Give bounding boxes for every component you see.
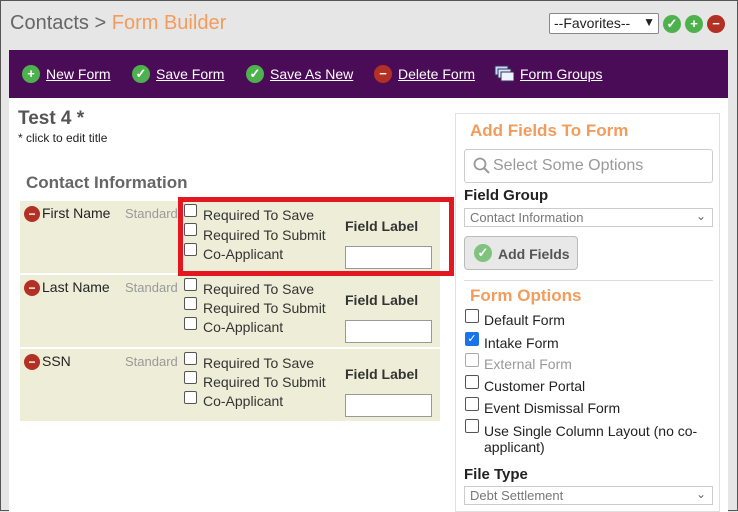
intake-form-checkbox[interactable]: ✓ [465, 332, 479, 346]
required-to-submit-label: Required To Submit [203, 374, 326, 390]
field-row-last-name: − Last Name Standard Required To Save Re… [20, 275, 440, 347]
field-name: Last Name [42, 279, 110, 295]
field-label-caption: Field Label [345, 366, 419, 382]
field-label-input[interactable] [345, 394, 432, 417]
app-window: Contacts > Form Builder --Favorites-- ▼ … [0, 0, 738, 512]
edit-title-hint: * click to edit title [18, 131, 108, 145]
search-icon [473, 157, 490, 174]
stacked-forms-icon [494, 65, 514, 82]
required-to-submit-label: Required To Submit [203, 300, 326, 316]
file-type-label: File Type [464, 466, 528, 483]
file-type-value: Debt Settlement [470, 488, 564, 503]
required-to-save-checkbox[interactable] [184, 278, 197, 291]
form-builder-main: Test 4 * * click to edit title Contact I… [9, 98, 728, 512]
side-panel: Add Fields To Form Select Some Options F… [455, 113, 720, 512]
checkmark-icon[interactable]: ✓ [663, 15, 681, 33]
divider [464, 280, 713, 281]
remove-icon[interactable]: − [707, 15, 725, 33]
single-column-layout-label: Use Single Column Layout (no co- [484, 423, 698, 439]
chevron-down-icon: ⌄ [695, 209, 706, 223]
file-type-select[interactable]: Debt Settlement ⌄ [464, 486, 713, 505]
co-applicant-checkbox[interactable] [184, 317, 197, 330]
breadcrumb: Contacts > Form Builder [10, 12, 226, 35]
remove-icon[interactable]: − [24, 354, 40, 370]
form-title[interactable]: Test 4 * [18, 108, 84, 130]
co-applicant-label: Co-Applicant [203, 319, 284, 335]
save-as-new-label: Save As New [270, 66, 354, 82]
add-fields-label: Add Fields [498, 246, 570, 262]
field-label-input[interactable] [345, 320, 432, 343]
add-icon: + [22, 65, 40, 83]
breadcrumb-parent[interactable]: Contacts [10, 12, 89, 34]
form-groups-label: Form Groups [520, 66, 603, 82]
checkmark-icon: ✓ [132, 65, 150, 83]
field-type: Standard [125, 354, 178, 369]
checkmark-icon: ✓ [246, 65, 264, 83]
co-applicant-checkbox[interactable] [184, 391, 197, 404]
new-form-label: New Form [46, 66, 111, 82]
remove-icon[interactable]: − [24, 280, 40, 296]
external-form-checkbox [465, 353, 479, 367]
required-to-save-checkbox[interactable] [184, 352, 197, 365]
event-dismissal-form-checkbox[interactable] [465, 397, 479, 411]
customer-portal-checkbox[interactable] [465, 375, 479, 389]
favorites-select[interactable]: --Favorites-- ▼ [549, 13, 659, 34]
search-placeholder: Select Some Options [493, 157, 644, 174]
required-to-submit-checkbox[interactable] [184, 297, 197, 310]
external-form-label: External Form [484, 356, 572, 372]
intake-form-label: Intake Form [484, 335, 559, 351]
save-form-label: Save Form [156, 66, 225, 82]
required-to-submit-checkbox[interactable] [184, 371, 197, 384]
checkmark-icon: ✓ [474, 244, 492, 262]
customer-portal-label: Customer Portal [484, 378, 586, 394]
field-group-label: Field Group [464, 187, 549, 204]
field-search-input[interactable]: Select Some Options [464, 149, 713, 183]
field-group-select[interactable]: Contact Information ⌄ [464, 208, 713, 227]
default-form-checkbox[interactable] [465, 309, 479, 323]
toolbar: + New Form ✓ Save Form ✓ Save As New − D… [9, 50, 728, 98]
event-dismissal-form-label: Event Dismissal Form [484, 400, 621, 416]
field-group-value: Contact Information [470, 210, 584, 225]
single-column-layout-label-cont: applicant) [484, 439, 545, 455]
default-form-label: Default Form [484, 312, 565, 328]
section-title: Contact Information [26, 173, 188, 192]
chevron-down-icon: ⌄ [695, 487, 706, 501]
field-name: First Name [42, 205, 111, 221]
delete-form-label: Delete Form [398, 66, 476, 82]
add-icon[interactable]: + [685, 15, 703, 33]
chevron-down-icon: ▼ [643, 15, 655, 29]
single-column-layout-checkbox[interactable] [465, 419, 479, 433]
required-to-save-label: Required To Save [203, 355, 315, 371]
field-row-ssn: − SSN Standard Required To Save Required… [20, 349, 440, 421]
remove-icon: − [374, 65, 392, 83]
remove-icon[interactable]: − [24, 206, 40, 222]
add-fields-title: Add Fields To Form [470, 121, 629, 140]
field-type: Standard [125, 206, 178, 221]
required-to-save-label: Required To Save [203, 281, 315, 297]
highlight-box [178, 197, 454, 276]
co-applicant-label: Co-Applicant [203, 393, 284, 409]
add-fields-button[interactable]: ✓ Add Fields [464, 236, 578, 270]
breadcrumb-current: Form Builder [111, 12, 227, 34]
favorites-selected: --Favorites-- [554, 15, 631, 31]
field-label-caption: Field Label [345, 292, 419, 308]
breadcrumb-separator: > [94, 12, 107, 34]
field-type: Standard [125, 280, 178, 295]
form-options-title: Form Options [470, 286, 582, 305]
field-name: SSN [42, 353, 71, 369]
